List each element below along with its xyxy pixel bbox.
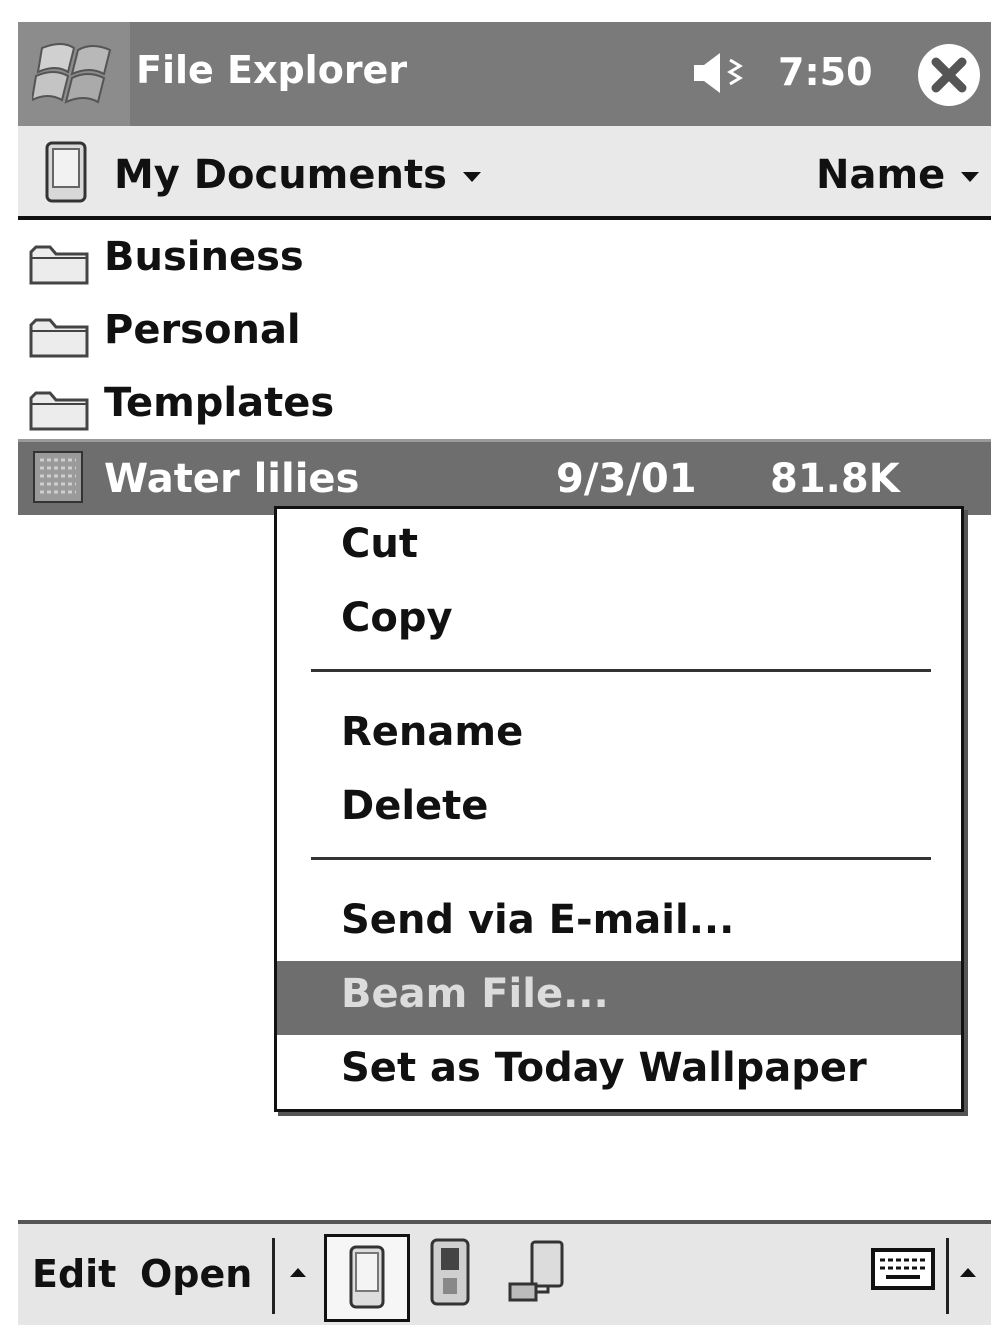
file-name: Personal — [104, 307, 301, 353]
folder-label: My Documents — [114, 152, 447, 198]
title-bar: File Explorer 7:50 — [18, 22, 991, 126]
context-menu: Cut Copy Rename Delete Send via E-mail..… — [274, 506, 964, 1112]
menu-item-send-via-email[interactable]: Send via E-mail... — [277, 887, 961, 961]
speaker-icon[interactable] — [690, 50, 760, 96]
file-name: Water lilies — [104, 456, 360, 502]
menu-item-delete[interactable]: Delete — [277, 773, 961, 847]
arrow-up-icon[interactable] — [290, 1268, 306, 1277]
arrow-up-icon[interactable] — [960, 1268, 976, 1277]
network-button[interactable] — [504, 1234, 574, 1318]
screen: File Explorer 7:50 My Documents Name Bus… — [18, 22, 991, 1325]
menu-item-cut[interactable]: Cut — [277, 511, 961, 585]
file-date: 9/3/01 — [556, 456, 697, 502]
keyboard-button[interactable] — [870, 1244, 936, 1298]
list-item[interactable]: Personal — [18, 293, 991, 366]
command-bar: Edit Open — [18, 1220, 991, 1325]
close-icon — [931, 57, 967, 93]
keyboard-icon — [871, 1248, 935, 1290]
device-icon[interactable] — [44, 140, 88, 204]
image-file-icon — [33, 451, 83, 503]
list-item[interactable]: Business — [18, 220, 991, 293]
menu-separator — [311, 857, 931, 860]
close-button[interactable] — [918, 44, 980, 106]
folder-dropdown[interactable]: My Documents — [114, 152, 481, 198]
clock[interactable]: 7:50 — [778, 50, 873, 94]
chevron-down-icon — [462, 172, 481, 182]
storage-card-button[interactable] — [422, 1234, 478, 1318]
folder-icon — [29, 391, 89, 431]
pocket-pc-icon — [349, 1245, 385, 1309]
network-icon — [508, 1240, 564, 1302]
folder-bar: My Documents Name — [18, 126, 991, 220]
open-menu[interactable]: Open — [140, 1252, 252, 1296]
chevron-down-icon — [961, 172, 980, 182]
list-item[interactable]: Templates — [18, 366, 991, 439]
pocket-pc-button[interactable] — [324, 1234, 410, 1322]
list-item-selected[interactable]: Water lilies 9/3/01 81.8K — [18, 439, 991, 515]
sort-dropdown[interactable]: Name — [816, 152, 980, 198]
start-button[interactable] — [18, 22, 130, 126]
folder-icon — [29, 245, 89, 285]
sort-label: Name — [816, 152, 946, 198]
menu-item-beam-file[interactable]: Beam File... — [277, 961, 961, 1035]
app-title: File Explorer — [136, 48, 408, 92]
file-name: Templates — [104, 380, 335, 426]
file-size: 81.8K — [770, 456, 900, 502]
windows-start-icon — [32, 43, 112, 104]
toolbar-divider — [946, 1238, 949, 1314]
menu-item-rename[interactable]: Rename — [277, 699, 961, 773]
menu-item-set-as-today-wallpaper[interactable]: Set as Today Wallpaper — [277, 1035, 961, 1109]
folder-icon — [29, 318, 89, 358]
toolbar-divider — [272, 1238, 275, 1314]
storage-card-icon — [430, 1238, 470, 1306]
menu-item-copy[interactable]: Copy — [277, 585, 961, 659]
file-list: Business Personal Templates Water lilies… — [18, 220, 991, 515]
file-name: Business — [104, 234, 304, 280]
menu-separator — [311, 669, 931, 672]
edit-menu[interactable]: Edit — [32, 1252, 116, 1296]
